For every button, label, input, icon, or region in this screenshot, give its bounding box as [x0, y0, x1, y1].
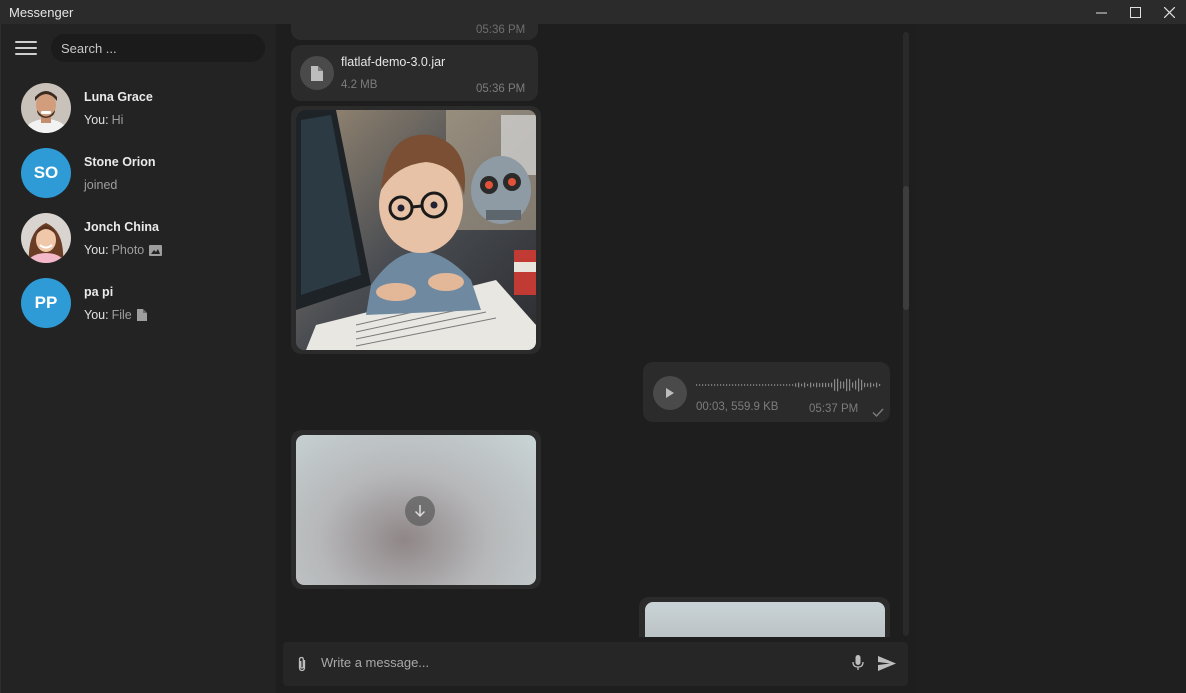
chat-item-stone-orion[interactable]: SO Stone Orion joined — [1, 148, 277, 213]
send-icon[interactable] — [878, 656, 896, 671]
last-message-text: joined — [84, 178, 118, 192]
attach-icon[interactable] — [297, 656, 307, 672]
file-size: 4.2 MB — [341, 79, 378, 91]
title-bar: Messenger — [0, 0, 1186, 24]
message-image[interactable] — [296, 110, 536, 350]
sender-prefix: You: — [84, 243, 109, 257]
download-icon[interactable] — [405, 496, 435, 526]
chat-item-jonch-china[interactable]: Jonch China You: Photo — [1, 213, 277, 278]
image-message-bubble-partial[interactable] — [639, 597, 890, 637]
file-icon[interactable] — [300, 56, 334, 90]
hamburger-menu-icon[interactable] — [15, 39, 37, 57]
image-message-bubble[interactable] — [291, 106, 541, 354]
chat-last-message: You: Hi — [84, 113, 123, 127]
image-icon — [149, 244, 163, 256]
file-name: flatlaf-demo-3.0.jar — [341, 55, 446, 69]
message-image-preview[interactable] — [296, 435, 536, 585]
message-input[interactable]: Write a message... — [321, 655, 429, 670]
sidebar: Search ... Luna Grace You: Hi SO Stone O… — [0, 24, 276, 693]
chat-item-pa-pi[interactable]: PP pa pi You: File — [1, 278, 277, 343]
microphone-icon[interactable] — [852, 655, 864, 671]
sender-prefix: You: — [84, 113, 109, 127]
message-composer: Write a message... — [283, 642, 908, 686]
chat-last-message: You: File — [84, 308, 147, 322]
chat-panel: 05:36 PM flatlaf-demo-3.0.jar 4.2 MB 05:… — [277, 10, 916, 693]
file-message-bubble[interactable]: flatlaf-demo-3.0.jar 4.2 MB 05:36 PM — [291, 45, 538, 101]
chat-scrollbar[interactable] — [903, 32, 909, 636]
last-message-text: File — [111, 308, 132, 322]
close-icon[interactable] — [1152, 0, 1186, 24]
message-time: 05:36 PM — [476, 83, 526, 95]
message-time: 05:36 PM — [476, 24, 526, 36]
chat-name: Luna Grace — [84, 90, 153, 104]
chat-last-message: You: Photo — [84, 243, 163, 257]
sender-prefix: You: — [84, 308, 109, 322]
avatar — [21, 213, 71, 263]
last-message-text: Photo — [111, 243, 145, 257]
read-check-icon — [872, 404, 884, 422]
message-time: 05:37 PM — [809, 403, 859, 415]
chat-name: Stone Orion — [84, 155, 156, 169]
minimize-icon[interactable] — [1084, 0, 1118, 24]
avatar: SO — [21, 148, 71, 198]
empty-right-panel — [916, 24, 1186, 693]
avatar — [21, 83, 71, 133]
play-icon[interactable] — [653, 376, 687, 410]
window-controls — [1084, 0, 1186, 24]
window-title: Messenger — [9, 4, 74, 20]
chat-last-message: joined — [84, 178, 117, 192]
maximize-icon[interactable] — [1118, 0, 1152, 24]
file-icon — [136, 309, 147, 321]
voice-duration-size: 00:03, 559.9 KB — [696, 401, 779, 413]
voice-message-bubble[interactable]: 00:03, 559.9 KB 05:37 PM — [643, 362, 890, 422]
avatar: PP — [21, 278, 71, 328]
chat-name: Jonch China — [84, 220, 160, 234]
last-message-text: Hi — [111, 113, 124, 127]
chat-name: pa pi — [84, 285, 114, 299]
message-bubble-partial[interactable]: 05:36 PM — [291, 10, 538, 40]
search-input[interactable]: Search ... — [51, 34, 265, 62]
message-image-partial[interactable] — [645, 602, 885, 637]
voice-waveform[interactable] — [696, 372, 882, 403]
scrollbar-thumb[interactable] — [903, 186, 909, 310]
chat-item-luna-grace[interactable]: Luna Grace You: Hi — [1, 83, 277, 148]
image-message-bubble-blurred[interactable] — [291, 430, 541, 589]
